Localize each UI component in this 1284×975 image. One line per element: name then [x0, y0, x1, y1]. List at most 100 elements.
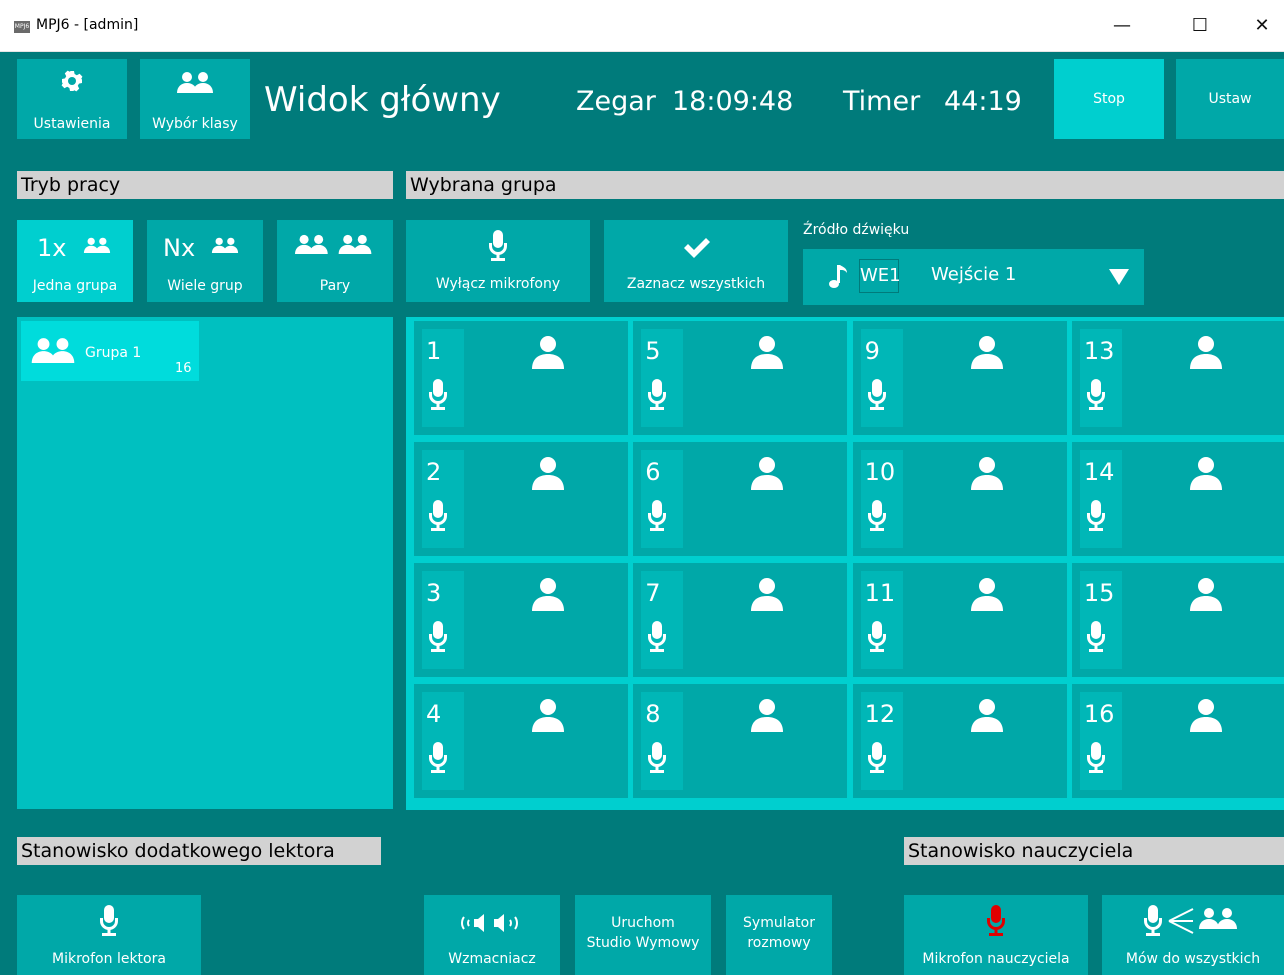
seat-cell[interactable]: 11	[852, 563, 1067, 677]
group-name: Grupa 1	[85, 345, 142, 361]
seat-number: 10	[864, 458, 896, 486]
microphone-red-icon	[987, 905, 1005, 936]
sound-source-select[interactable]: WE1 Wejście 1	[803, 249, 1144, 305]
seat-cell[interactable]: 9	[852, 321, 1067, 435]
minimize-button[interactable]: —	[1100, 10, 1144, 42]
close-button[interactable]: ✕	[1240, 10, 1284, 42]
person-icon	[751, 335, 784, 373]
app-logo-icon: MPJ6	[14, 21, 30, 33]
seat-number: 9	[864, 337, 880, 365]
set-button[interactable]: Ustaw	[1176, 59, 1284, 139]
microphone-icon	[867, 500, 887, 536]
users-icon	[177, 72, 213, 93]
person-icon	[970, 577, 1003, 615]
select-all-label: Zaznacz wszystkich	[626, 276, 766, 292]
music-note-icon	[829, 265, 847, 288]
seat-cell[interactable]: 10	[852, 442, 1067, 556]
seat-number: 14	[1083, 458, 1115, 486]
seat-cell[interactable]: 7	[633, 563, 848, 677]
timer-label: Timer	[843, 86, 921, 117]
person-icon	[1189, 456, 1222, 494]
mode-pairs-label: Pary	[319, 278, 351, 294]
lector-mic-button[interactable]: Mikrofon lektora	[17, 895, 201, 975]
maximize-button[interactable]: ☐	[1178, 10, 1222, 42]
mics-off-label: Wyłącz mikrofony	[435, 276, 561, 292]
microphone-icon	[647, 500, 667, 536]
select-all-button[interactable]: Zaznacz wszystkich	[604, 220, 788, 302]
class-select-button[interactable]: Wybór klasy	[140, 59, 250, 139]
set-label: Ustaw	[1208, 91, 1252, 107]
seat-number: 11	[864, 579, 896, 607]
settings-label: Ustawienia	[33, 116, 111, 132]
pronunciation-studio-button[interactable]: Uruchom Studio Wymowy	[575, 895, 711, 975]
microphone-icon	[1086, 500, 1106, 536]
group-list: Grupa 1 16	[17, 317, 393, 809]
pairs-icon	[295, 234, 372, 254]
seat-number: 16	[1083, 700, 1115, 728]
timer-value: 44:19	[944, 86, 1022, 117]
talk-to-all-button[interactable]: Mów do wszystkich	[1102, 895, 1284, 975]
seat-cell[interactable]: 5	[633, 321, 848, 435]
stop-button[interactable]: Stop	[1054, 59, 1164, 139]
main-window: Ustawienia Wybór klasy Widok główny Zega…	[0, 52, 1284, 975]
group-count: 16	[175, 361, 192, 376]
settings-button[interactable]: Ustawienia	[17, 59, 127, 139]
person-icon	[532, 698, 564, 736]
group-item[interactable]: Grupa 1 16	[21, 321, 199, 381]
seat-cell[interactable]: 6	[633, 442, 848, 556]
mode-many-groups-button[interactable]: Nx Wiele grup	[147, 220, 263, 302]
seat-cell[interactable]: 13	[1071, 321, 1284, 435]
seat-number: 12	[864, 700, 896, 728]
microphone-icon	[867, 621, 887, 657]
person-icon	[970, 456, 1003, 494]
microphone-icon	[1086, 621, 1106, 657]
mics-off-button[interactable]: Wyłącz mikrofony	[406, 220, 590, 302]
teacher-mic-button[interactable]: Mikrofon nauczyciela	[904, 895, 1088, 975]
person-icon	[751, 456, 784, 494]
class-select-label: Wybór klasy	[152, 116, 238, 132]
broadcast-icon	[1144, 905, 1237, 936]
seat-cell[interactable]: 14	[1071, 442, 1284, 556]
mode-one-group-prefix: 1x	[37, 234, 67, 262]
sound-source-code: WE1	[859, 259, 901, 293]
person-icon	[1189, 335, 1222, 373]
person-icon	[1189, 577, 1222, 615]
lector-mic-label: Mikrofon lektora	[52, 951, 166, 967]
mode-pairs-button[interactable]: Pary	[277, 220, 393, 302]
gear-icon	[61, 70, 83, 92]
seat-cell[interactable]: 15	[1071, 563, 1284, 677]
seat-number: 5	[645, 337, 661, 365]
seat-cell[interactable]: 3	[414, 563, 628, 677]
seat-number: 6	[645, 458, 661, 486]
seat-cell[interactable]: 8	[633, 684, 848, 798]
sound-source-name: Wejście 1	[931, 264, 1017, 285]
microphone-icon	[489, 230, 507, 261]
conversation-simulator-button[interactable]: Symulator rozmowy	[726, 895, 832, 975]
microphone-icon	[428, 379, 448, 415]
seat-number: 2	[426, 458, 442, 486]
amplifier-label: Wzmacniacz	[448, 951, 536, 967]
microphone-icon	[647, 742, 667, 778]
microphone-icon	[100, 905, 118, 936]
person-icon	[751, 577, 784, 615]
seat-cell[interactable]: 1	[414, 321, 628, 435]
seat-cell[interactable]: 4	[414, 684, 628, 798]
person-icon	[532, 577, 564, 615]
seat-number: 7	[645, 579, 661, 607]
group-icon	[211, 237, 239, 253]
amplifier-button[interactable]: Wzmacniacz	[424, 895, 560, 975]
clock-value: 18:09:48	[672, 86, 794, 117]
simulator-label-line1: Symulator	[743, 915, 815, 931]
seat-cell[interactable]: 2	[414, 442, 628, 556]
sound-source-label: Źródło dźwięku	[803, 222, 910, 238]
window-titlebar: MPJ6 MPJ6 - [admin] — ☐ ✕	[0, 0, 1284, 52]
mode-one-group-label: Jedna grupa	[32, 278, 118, 294]
stop-label: Stop	[1093, 91, 1125, 107]
person-icon	[970, 335, 1003, 373]
studio-label-line1: Uruchom	[611, 915, 675, 931]
seat-cell[interactable]: 16	[1071, 684, 1284, 798]
simulator-label-line2: rozmowy	[747, 935, 811, 951]
seat-cell[interactable]: 12	[852, 684, 1067, 798]
microphone-icon	[1086, 742, 1106, 778]
mode-one-group-button[interactable]: 1x Jedna grupa	[17, 220, 133, 302]
